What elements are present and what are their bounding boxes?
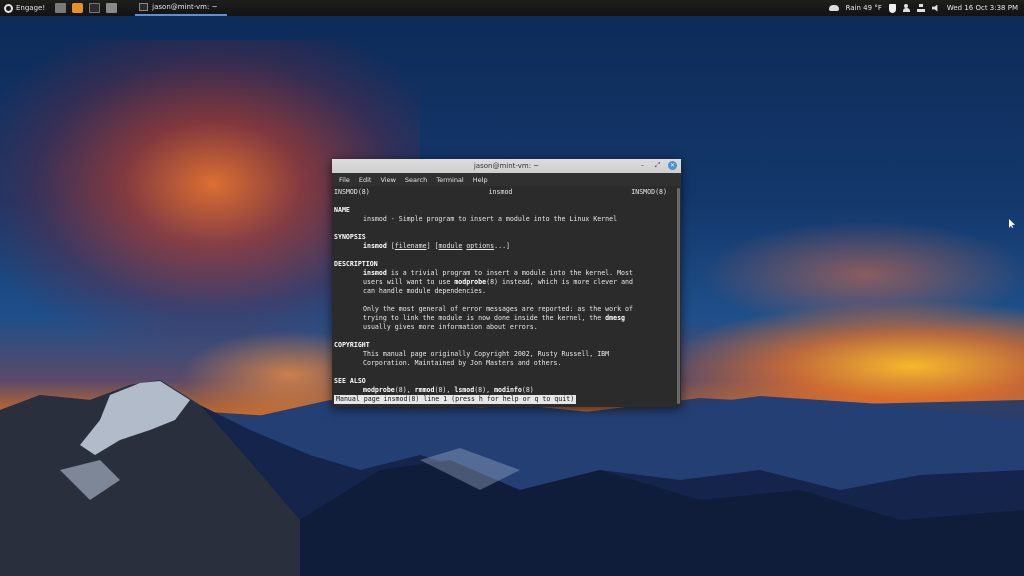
weather-label[interactable]: Rain 49 °F	[846, 4, 882, 12]
man-header-right: INSMOD(8)	[631, 188, 667, 196]
command-ref: dmesg	[605, 314, 626, 322]
terminal-icon	[139, 3, 149, 11]
section-ref: (8),	[474, 386, 495, 394]
section-copyright-heading: COPYRIGHT	[334, 341, 370, 349]
section-ref: (8),	[434, 386, 455, 394]
minimize-icon[interactable]: –	[638, 161, 647, 170]
window-titlebar[interactable]: jason@mint-vm: ~ – ⤢ ✕	[332, 159, 681, 173]
man-header-center: insmod	[488, 188, 513, 196]
shield-icon[interactable]	[888, 3, 896, 13]
terminal-output[interactable]: INSMOD(8) insmod INSMOD(8) NAME insmod - S…	[332, 186, 676, 407]
menu-button[interactable]: Engage!	[0, 0, 49, 16]
top-panel: Engage! jason@mint-vm: ~ Rain 49 °F Wed …	[0, 0, 1024, 16]
network-icon[interactable]	[916, 4, 925, 12]
firefox-icon[interactable]	[72, 3, 84, 13]
command-ref: modprobe	[454, 278, 487, 286]
mint-logo-icon	[4, 3, 13, 13]
description-line: insmod is a trivial program to insert a …	[334, 269, 676, 278]
description-line: usually gives more information about err…	[363, 323, 538, 331]
terminal-window: jason@mint-vm: ~ – ⤢ ✕ File Edit View Se…	[332, 159, 681, 407]
synopsis-line: insmod [filename] [module options...]	[334, 242, 676, 251]
section-see-also-heading: SEE ALSO	[334, 377, 366, 385]
menu-terminal[interactable]: Terminal	[432, 176, 467, 184]
folder-icon[interactable]	[106, 3, 118, 13]
synopsis-arg-filename: filename	[394, 242, 427, 250]
taskbar-item-label: jason@mint-vm: ~	[152, 3, 218, 11]
synopsis-arg-options: options	[466, 242, 495, 250]
user-icon[interactable]	[902, 4, 910, 12]
section-ref: (8),	[394, 386, 415, 394]
system-tray: Rain 49 °F Wed 16 Oct 3:38 PM	[828, 3, 1024, 13]
description-line: trying to link the module is now done in…	[334, 314, 676, 323]
menu-view[interactable]: View	[376, 176, 399, 184]
description-line: can handle module dependencies.	[363, 287, 487, 295]
window-menubar: File Edit View Search Terminal Help	[332, 173, 681, 186]
description-text: users will want to use	[363, 278, 451, 286]
synopsis-bracket: ]	[426, 242, 431, 250]
description-line: Only the most general of error messages …	[363, 305, 633, 313]
description-line: users will want to use modprobe(8) inste…	[334, 278, 676, 287]
command-ref: modprobe	[363, 386, 395, 394]
description-text: is a trivial program to insert a module …	[390, 269, 633, 277]
description-text: trying to link the module is now done in…	[363, 314, 602, 322]
synopsis-bracket: ...]	[494, 242, 511, 250]
weather-icon[interactable]	[828, 5, 839, 11]
command-ref: modinfo	[494, 386, 522, 394]
scrollbar-thumb[interactable]	[677, 188, 680, 404]
name-line: insmod - Simple program to insert a modu…	[363, 215, 618, 223]
command-ref: insmod	[363, 269, 387, 277]
copyright-line: Corporation. Maintained by Jon Masters a…	[363, 359, 562, 367]
command-ref: lsmod	[454, 386, 475, 394]
menu-edit[interactable]: Edit	[355, 176, 376, 184]
section-name-heading: NAME	[334, 206, 350, 214]
section-description-heading: DESCRIPTION	[334, 260, 378, 268]
clock[interactable]: Wed 16 Oct 3:38 PM	[947, 4, 1018, 12]
man-header: INSMOD(8) insmod INSMOD(8)	[334, 188, 667, 197]
man-header-left: INSMOD(8)	[334, 188, 370, 196]
synopsis-command: insmod	[363, 242, 387, 250]
window-title: jason@mint-vm: ~	[473, 162, 540, 170]
copyright-line: This manual page originally Copyright 20…	[363, 350, 610, 358]
section-synopsis-heading: SYNOPSIS	[334, 233, 366, 241]
close-icon[interactable]: ✕	[668, 161, 677, 170]
taskbar-item-terminal[interactable]: jason@mint-vm: ~	[135, 0, 228, 16]
terminal-icon[interactable]	[89, 3, 101, 13]
menu-file[interactable]: File	[335, 176, 354, 184]
menu-search[interactable]: Search	[401, 176, 431, 184]
section-ref: (8)	[521, 386, 534, 394]
synopsis-arg-module: module	[438, 242, 463, 250]
pager-status-line: Manual page insmod(8) line 1 (press h fo…	[334, 395, 577, 404]
scrollbar[interactable]	[676, 186, 681, 407]
volume-icon[interactable]	[931, 4, 938, 12]
command-ref: rmmod	[414, 386, 435, 394]
description-text: (8) instead, which is more clever and	[486, 278, 633, 286]
see-also-line: modprobe(8), rmmod(8), lsmod(8), modinfo…	[334, 386, 676, 395]
menu-label: Engage!	[16, 4, 46, 12]
window-controls: – ⤢ ✕	[638, 161, 677, 170]
menu-help[interactable]: Help	[469, 176, 492, 184]
files-icon[interactable]	[55, 3, 67, 13]
maximize-icon[interactable]: ⤢	[653, 161, 662, 170]
